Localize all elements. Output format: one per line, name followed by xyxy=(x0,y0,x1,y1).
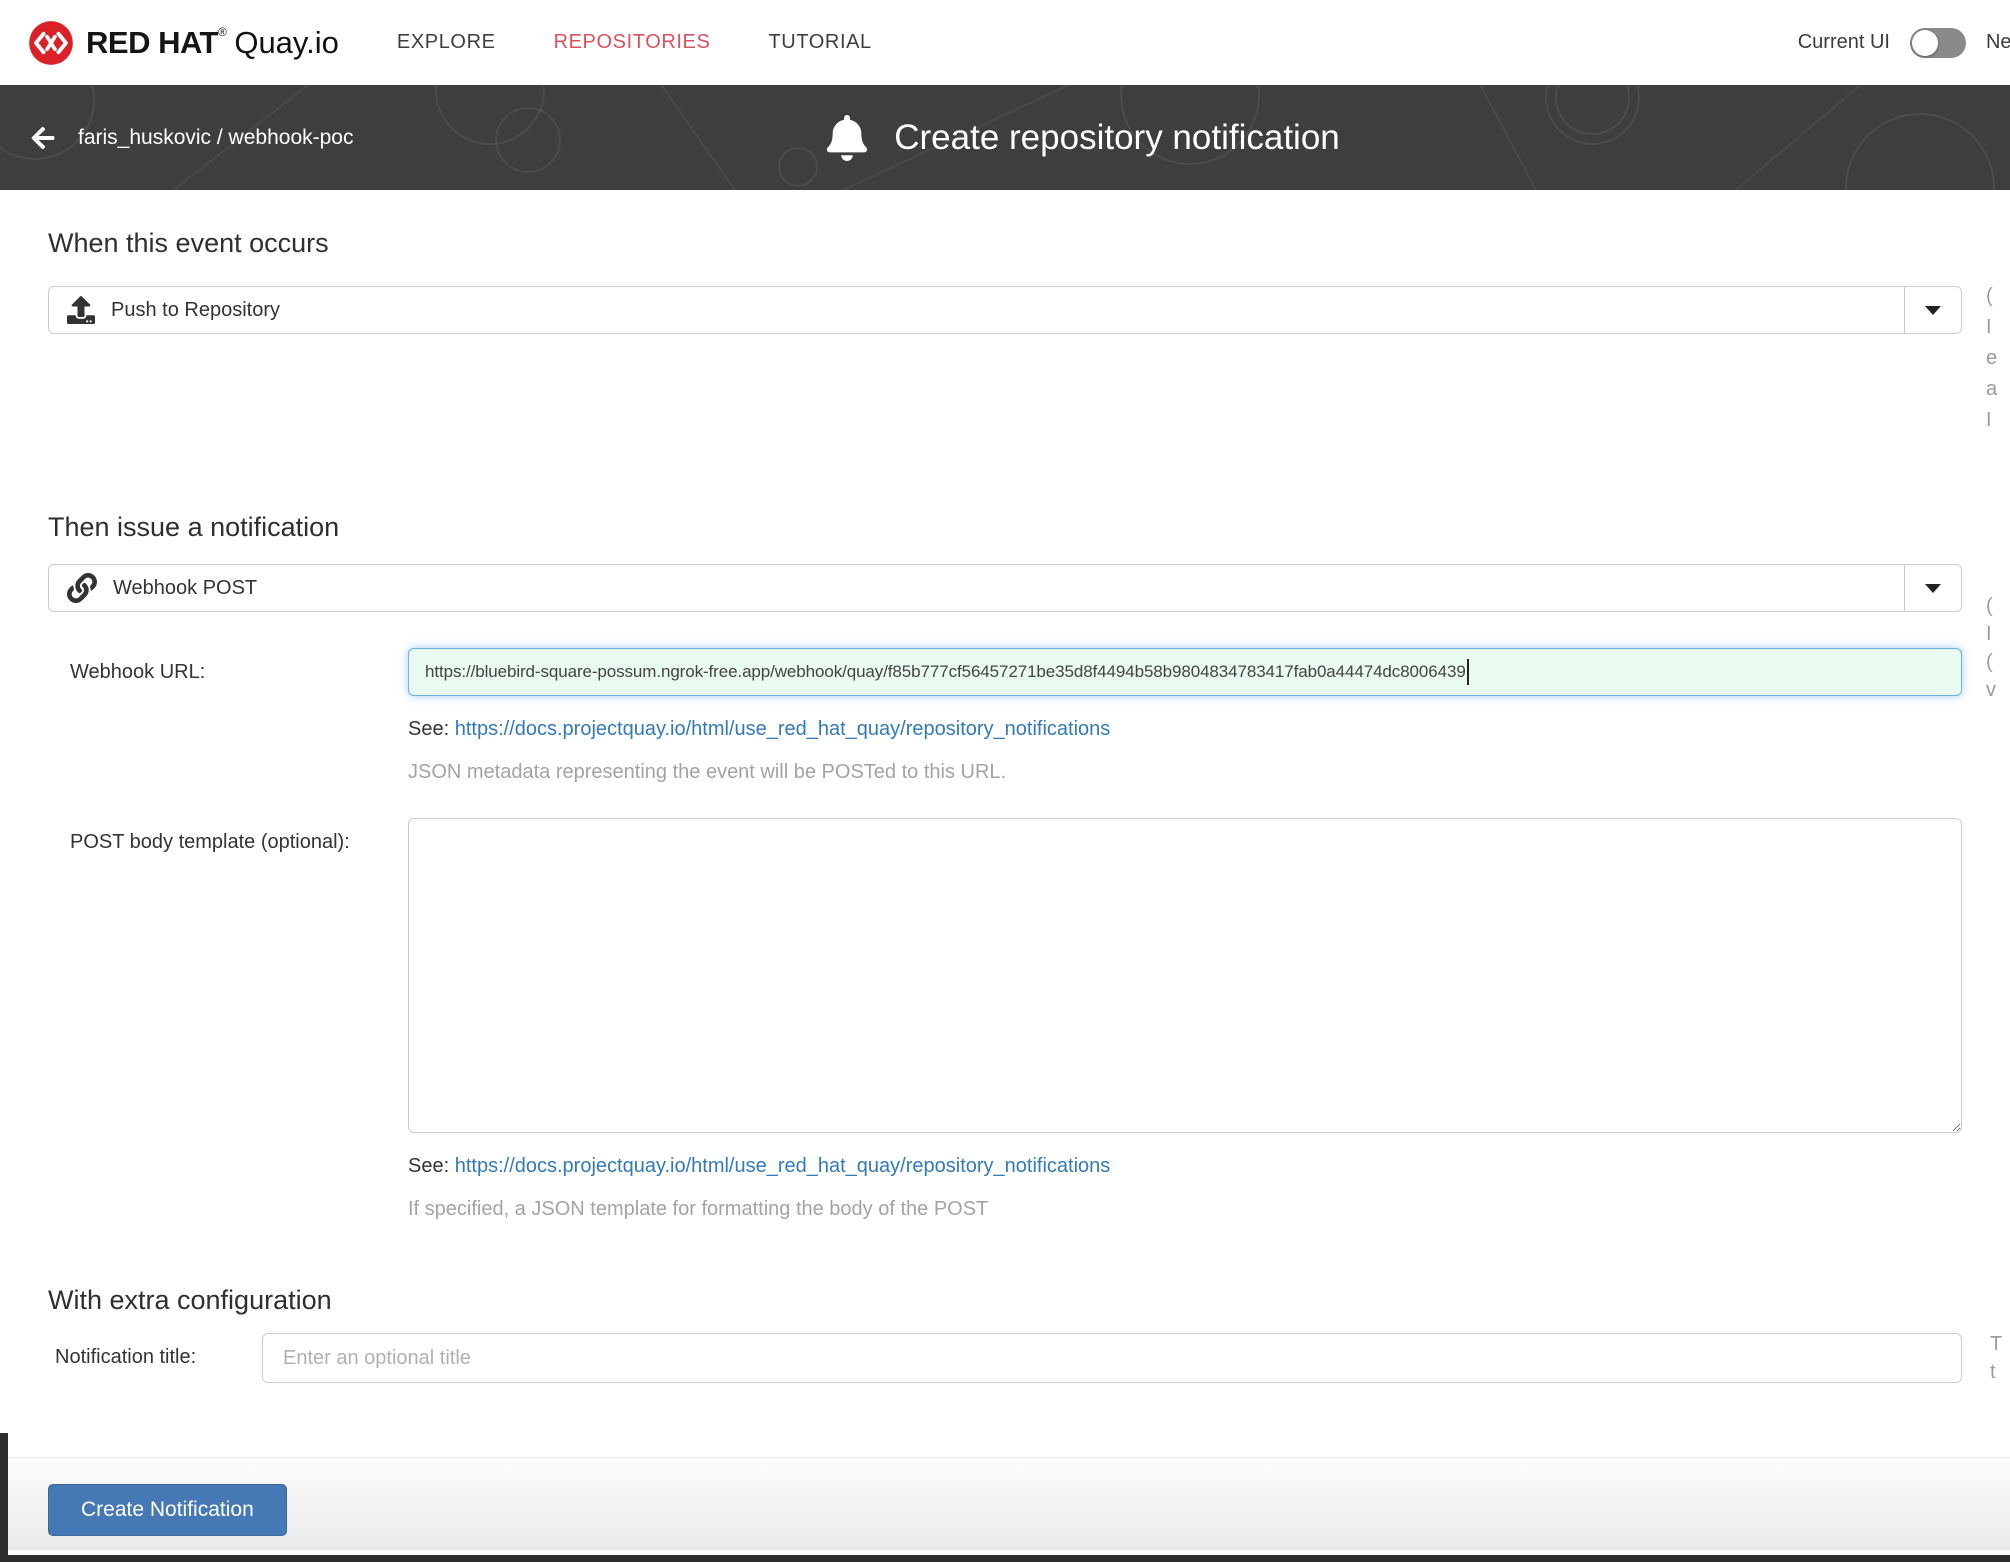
webhook-url-docs-line: See: https://docs.projectquay.io/html/us… xyxy=(408,718,1962,741)
webhook-link-icon xyxy=(67,573,97,603)
page: RED HAT® Quay.io EXPLORE REPOSITORIES TU… xyxy=(0,0,2010,1562)
new-ui-label: New xyxy=(1986,31,2010,54)
create-notification-button[interactable]: Create Notification xyxy=(48,1484,287,1536)
red-hat-quay-logo-icon xyxy=(28,20,74,66)
notification-method-caret-button[interactable] xyxy=(1904,565,1961,611)
chevron-down-icon xyxy=(1925,584,1941,593)
quay-home-link[interactable]: RED HAT® Quay.io xyxy=(28,20,339,66)
text-cursor xyxy=(1467,659,1469,685)
bell-icon xyxy=(826,115,868,161)
nav-tutorial[interactable]: TUTORIAL xyxy=(768,31,871,54)
top-nav: RED HAT® Quay.io EXPLORE REPOSITORIES TU… xyxy=(0,0,2010,85)
page-background-edge-left xyxy=(0,1433,8,1562)
ui-toggle[interactable] xyxy=(1910,28,1966,58)
form-footer: Create Notification xyxy=(0,1457,2010,1550)
ui-version-switch: Current UI New xyxy=(1798,0,2010,85)
clipped-text-fragment: ( I ( v xyxy=(1986,592,2010,704)
page-title: Create repository notification xyxy=(894,118,1340,158)
post-body-help: If specified, a JSON template for format… xyxy=(408,1198,1962,1221)
current-ui-label: Current UI xyxy=(1798,31,1890,54)
post-body-docs-line: See: https://docs.projectquay.io/html/us… xyxy=(408,1155,1962,1178)
back-arrow-icon[interactable] xyxy=(30,125,56,151)
webhook-url-row: Webhook URL: https://bluebird-square-pos… xyxy=(48,648,1962,784)
notification-method-dropdown[interactable]: Webhook POST xyxy=(48,564,1962,612)
event-kind-dropdown[interactable]: Push to Repository xyxy=(48,286,1962,334)
webhook-url-help: JSON metadata representing the event wil… xyxy=(408,761,1962,784)
toggle-knob xyxy=(1912,30,1938,56)
webhook-url-input[interactable]: https://bluebird-square-possum.ngrok-fre… xyxy=(408,648,1962,696)
clipped-text-fragment: ( I e a I xyxy=(1986,281,2010,436)
notification-title-row: Notification title: xyxy=(48,1333,1962,1383)
red-hat-wordmark: RED HAT® xyxy=(86,25,226,61)
page-title-block: Create repository notification xyxy=(78,85,2010,190)
section-heading-notification: Then issue a notification xyxy=(48,512,1962,543)
notification-title-input[interactable] xyxy=(262,1333,1962,1383)
registered-mark: ® xyxy=(218,25,226,39)
notification-form: When this event occurs Push to Repositor… xyxy=(0,228,2010,1383)
nav-links: EXPLORE REPOSITORIES TUTORIAL xyxy=(397,31,872,54)
webhook-url-label: Webhook URL: xyxy=(48,648,408,784)
section-heading-extra-config: With extra configuration xyxy=(48,1285,1962,1316)
docs-link[interactable]: https://docs.projectquay.io/html/use_red… xyxy=(455,1155,1111,1177)
nav-explore[interactable]: EXPLORE xyxy=(397,31,496,54)
notification-title-label: Notification title: xyxy=(48,1333,262,1383)
push-upload-icon xyxy=(67,296,95,324)
notification-method-selected: Webhook POST xyxy=(49,565,1904,611)
docs-link[interactable]: https://docs.projectquay.io/html/use_red… xyxy=(455,718,1111,740)
event-kind-caret-button[interactable] xyxy=(1904,287,1961,333)
chevron-down-icon xyxy=(1925,306,1941,315)
post-body-textarea[interactable] xyxy=(408,818,1962,1133)
page-background-edge-bottom xyxy=(0,1555,2010,1562)
section-heading-event: When this event occurs xyxy=(48,228,1962,259)
event-kind-selected: Push to Repository xyxy=(49,287,1904,333)
notification-page-header: faris_huskovic / webhook-poc Create repo… xyxy=(0,85,2010,190)
post-body-label: POST body template (optional): xyxy=(48,818,408,1221)
nav-repositories[interactable]: REPOSITORIES xyxy=(554,31,711,54)
post-body-row: POST body template (optional): See: http… xyxy=(48,818,1962,1221)
quay-product-name: Quay.io xyxy=(234,25,339,61)
clipped-text-fragment: T t xyxy=(1990,1330,2010,1386)
